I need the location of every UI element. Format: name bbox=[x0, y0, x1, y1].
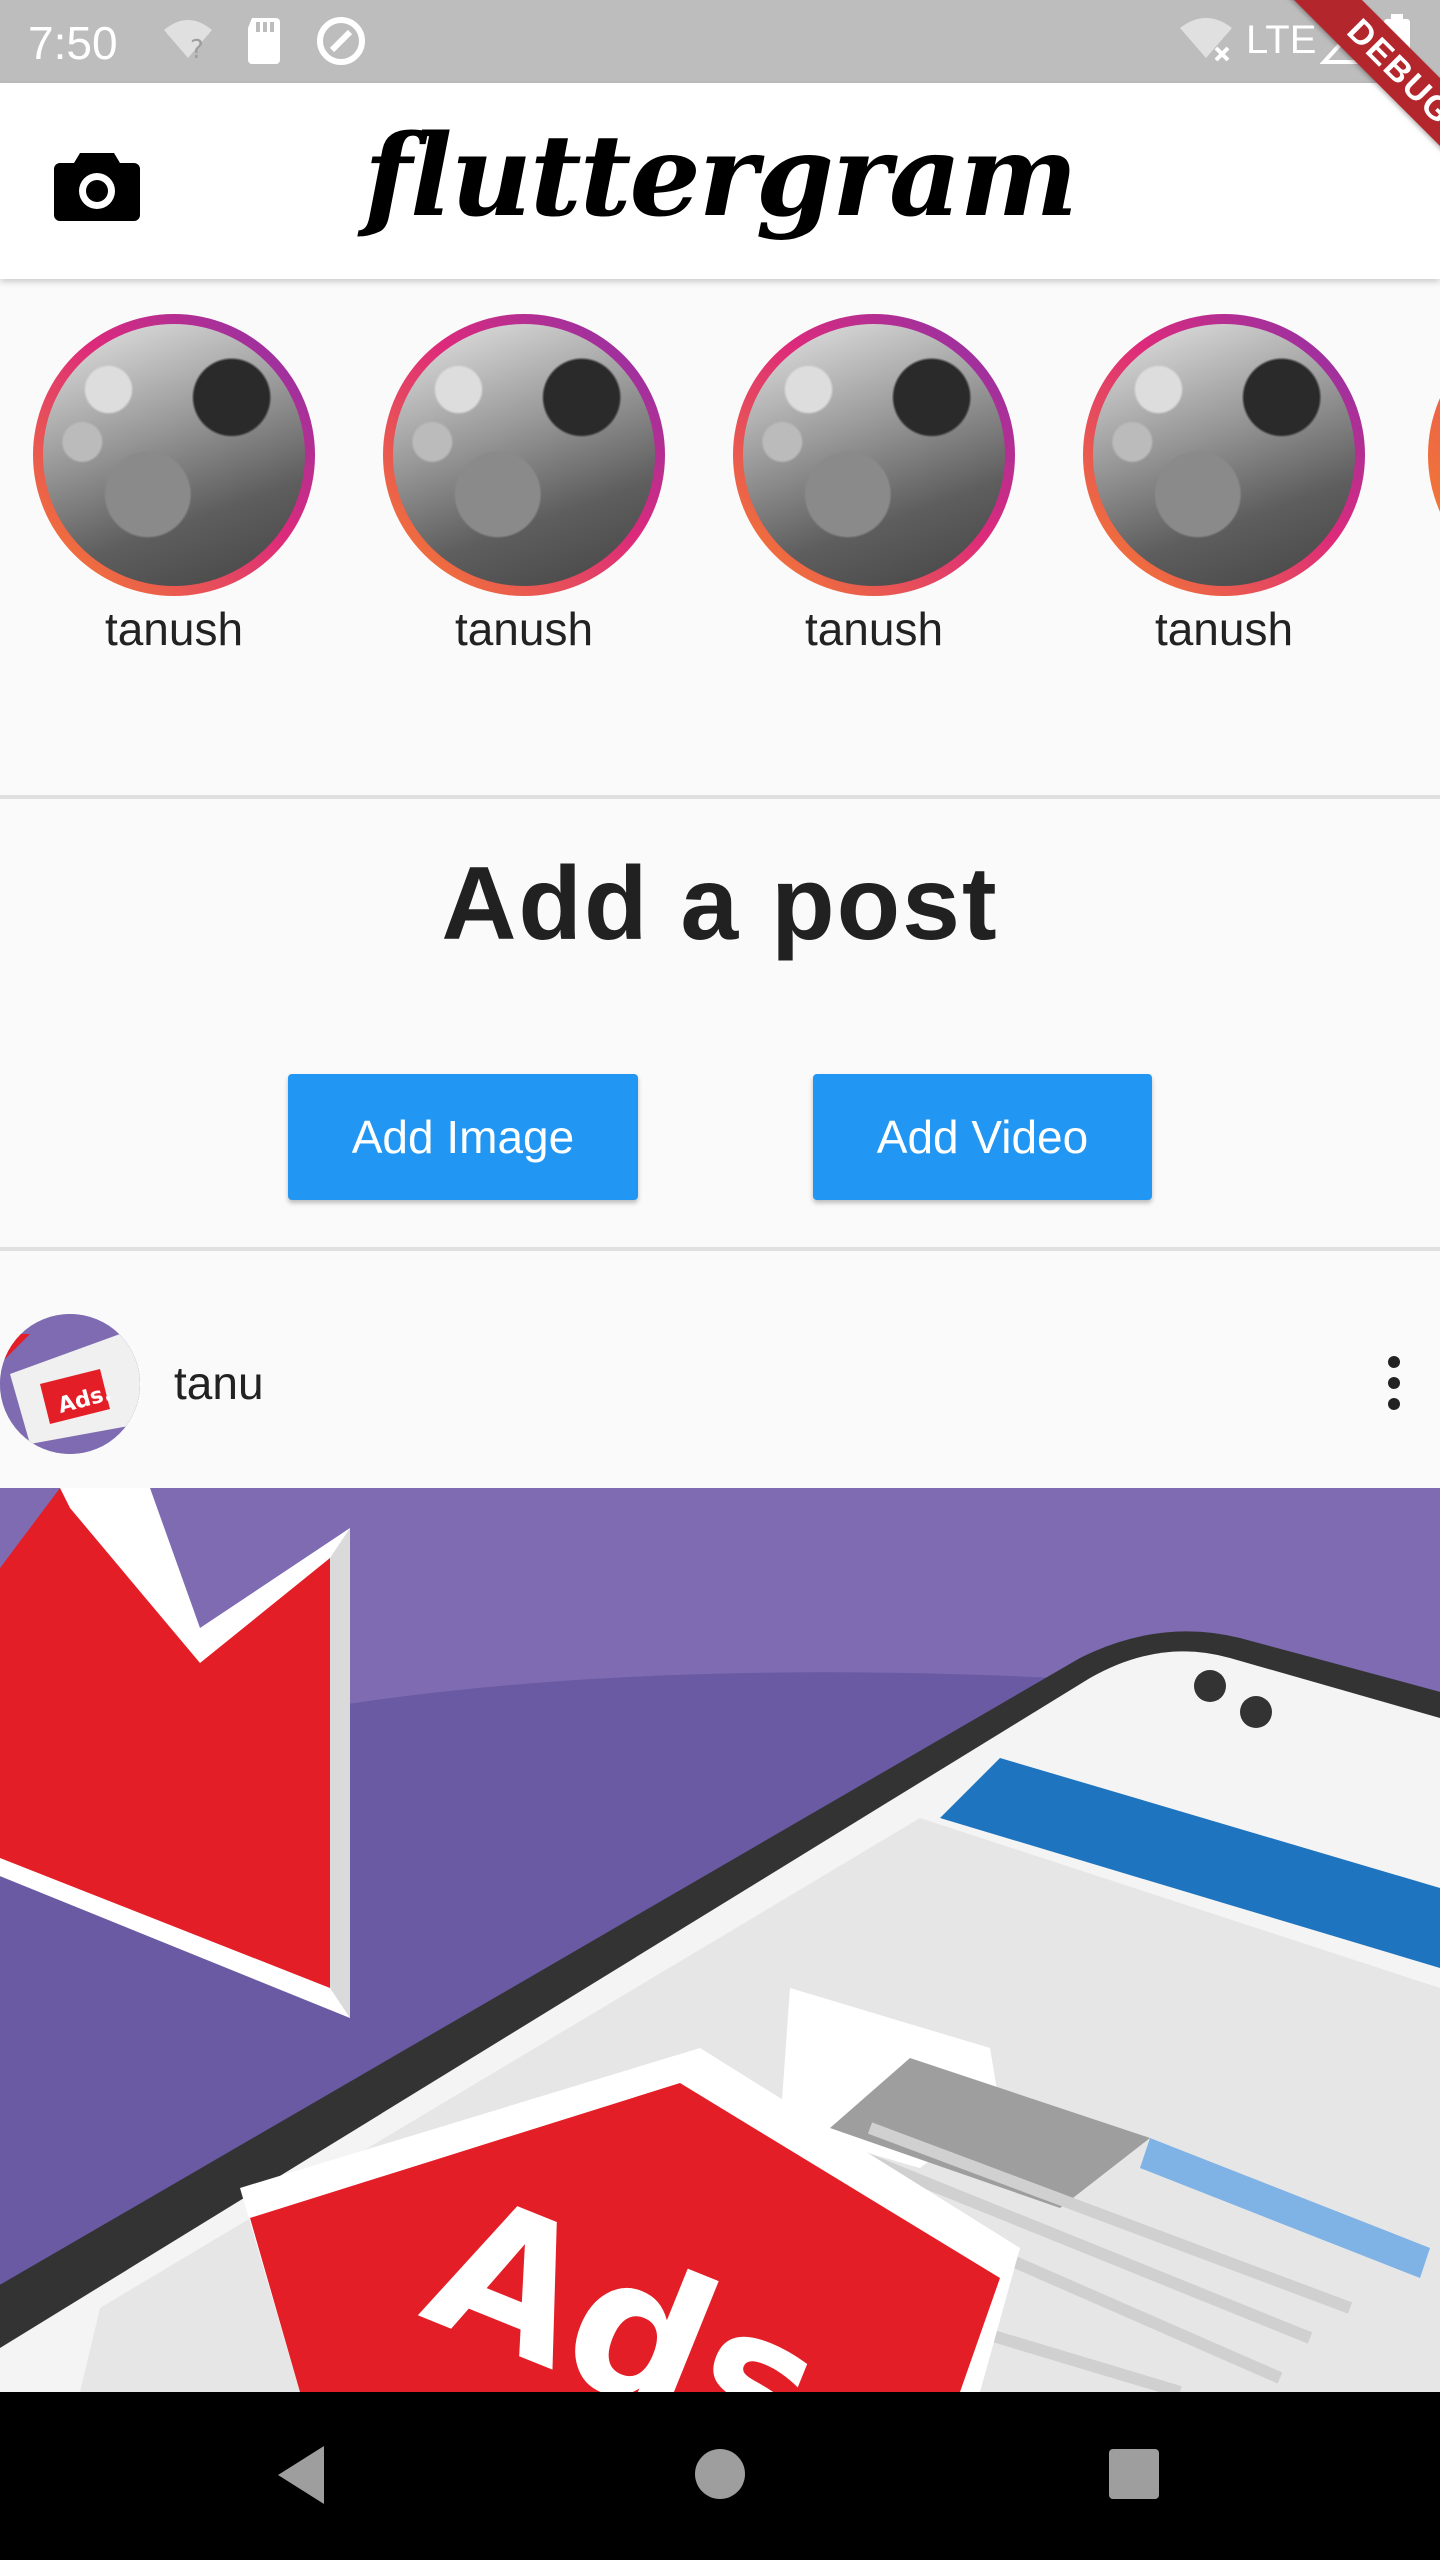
add-image-button[interactable]: Add Image bbox=[288, 1074, 638, 1200]
recents-icon[interactable] bbox=[1108, 2448, 1160, 2500]
svg-text:?: ? bbox=[190, 35, 204, 65]
network-type: LTE bbox=[1246, 18, 1317, 62]
add-video-button[interactable]: Add Video bbox=[813, 1074, 1152, 1200]
ads-thumbnail-icon: Ads. bbox=[0, 1314, 140, 1454]
story-avatar bbox=[743, 324, 1005, 586]
story-ring bbox=[383, 314, 665, 596]
more-vert-icon[interactable] bbox=[1388, 1356, 1402, 1410]
add-post-title: Add a post bbox=[441, 846, 999, 962]
story-item[interactable]: tanush bbox=[379, 314, 669, 656]
story-ring bbox=[33, 314, 315, 596]
story-item[interactable]: tanush bbox=[729, 314, 1019, 656]
post-username[interactable]: tanu bbox=[174, 1356, 264, 1410]
post-image[interactable]: Ads bbox=[0, 1488, 1440, 2392]
divider bbox=[0, 795, 1440, 799]
story-item[interactable]: tanush bbox=[1079, 314, 1369, 656]
story-ring bbox=[733, 314, 1015, 596]
story-ring bbox=[1083, 314, 1365, 596]
ads-illustration: Ads bbox=[0, 1488, 1440, 2392]
story-name: tanush bbox=[454, 603, 594, 655]
wifi-off-icon bbox=[1180, 18, 1232, 62]
story-name: tanush bbox=[104, 603, 244, 655]
story-avatar bbox=[43, 324, 305, 586]
back-icon[interactable] bbox=[274, 2444, 328, 2506]
status-bar: 7:50 ? LTE bbox=[0, 0, 1440, 83]
story-avatar bbox=[393, 324, 655, 586]
post-header: Ads. tanu bbox=[0, 1252, 1440, 1488]
status-time: 7:50 bbox=[28, 17, 118, 69]
system-nav-bar bbox=[0, 2392, 1440, 2560]
app-title: fluttergram bbox=[363, 111, 1078, 242]
post-avatar[interactable]: Ads. bbox=[0, 1314, 140, 1454]
story-name: tanush bbox=[1154, 603, 1294, 655]
divider bbox=[0, 1247, 1440, 1251]
home-icon[interactable] bbox=[694, 2448, 746, 2500]
story-name: tanush bbox=[804, 603, 944, 655]
wifi-unknown-icon: ? bbox=[164, 20, 212, 65]
story-item[interactable]: tanush bbox=[29, 314, 319, 656]
story-avatar bbox=[1093, 324, 1355, 586]
story-item-partial[interactable] bbox=[1428, 314, 1440, 596]
stories-row: tanush tanush tanush tanush bbox=[0, 279, 1440, 795]
sync-icon bbox=[317, 17, 365, 65]
app-bar: fluttergram bbox=[0, 83, 1440, 279]
sd-card-icon bbox=[248, 18, 280, 64]
